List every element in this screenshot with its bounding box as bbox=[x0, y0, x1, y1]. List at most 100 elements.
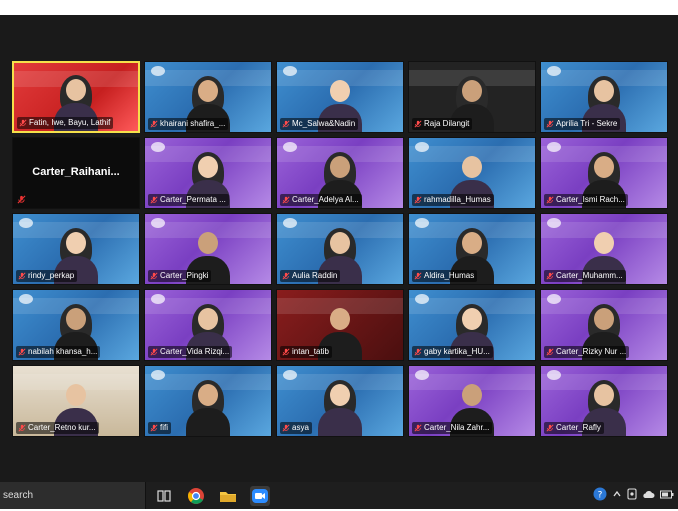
windows-taskbar: search ? bbox=[0, 482, 678, 509]
participant-video-tile[interactable]: Carter_Adelya Al... bbox=[276, 137, 404, 209]
participant-video-tile[interactable]: rindy_perkap bbox=[12, 213, 140, 285]
participant-video-tile[interactable]: Carter_Muhamm... bbox=[540, 213, 668, 285]
event-logo-icon bbox=[151, 66, 165, 76]
participant-name-text: Carter_Ismi Rach... bbox=[556, 195, 625, 204]
participant-name-text: Aprilia Tri - Sekre bbox=[556, 119, 618, 128]
participant-name-text: Aulia Raddin bbox=[292, 271, 338, 280]
participant-video-tile[interactable]: Mc_Salwa&Nadin bbox=[276, 61, 404, 133]
participant-video-tile[interactable]: Carter_Rafly bbox=[540, 365, 668, 437]
muted-mic-icon bbox=[414, 424, 422, 432]
participant-name-text: Carter_Permata ... bbox=[160, 195, 226, 204]
event-logo-icon bbox=[283, 142, 297, 152]
event-logo-icon bbox=[415, 370, 429, 380]
event-logo-icon bbox=[547, 142, 561, 152]
participant-name-text: Carter_Nila Zahr... bbox=[424, 423, 490, 432]
participant-name-text: rahmadilla_Humas bbox=[424, 195, 491, 204]
task-view-icon[interactable] bbox=[154, 486, 174, 506]
participant-video-tile[interactable]: fifi bbox=[144, 365, 272, 437]
participant-video-tile[interactable]: Aulia Raddin bbox=[276, 213, 404, 285]
file-explorer-icon[interactable] bbox=[218, 486, 238, 506]
muted-mic-icon bbox=[150, 424, 158, 432]
event-logo-icon bbox=[415, 142, 429, 152]
participant-video-tile[interactable]: Carter_Raihani... bbox=[12, 137, 140, 209]
participant-name-label: Aulia Raddin bbox=[280, 270, 341, 282]
participant-video-feed bbox=[186, 380, 230, 436]
event-logo-icon bbox=[547, 294, 561, 304]
participant-video-tile[interactable]: asya bbox=[276, 365, 404, 437]
participant-video-tile[interactable]: Carter_Nila Zahr... bbox=[408, 365, 536, 437]
muted-mic-icon bbox=[150, 348, 158, 356]
participant-name-text: asya bbox=[292, 423, 309, 432]
participant-name-text: Carter_Muhamm... bbox=[556, 271, 623, 280]
event-logo-icon bbox=[547, 218, 561, 228]
participant-video-feed bbox=[318, 380, 362, 436]
participant-name-label: Carter_Ismi Rach... bbox=[544, 194, 628, 206]
event-logo-icon bbox=[151, 218, 165, 228]
participant-name-text: intan_tatib bbox=[292, 347, 329, 356]
muted-mic-icon bbox=[282, 348, 290, 356]
event-logo-icon bbox=[547, 370, 561, 380]
participant-name-text: Carter_Retno kur... bbox=[28, 423, 96, 432]
participant-video-tile[interactable]: Carter_Rizky Nur ... bbox=[540, 289, 668, 361]
participant-name-text: fifi bbox=[160, 423, 168, 432]
participant-video-tile[interactable]: intan_tatib bbox=[276, 289, 404, 361]
participant-video-tile[interactable]: Carter_Ismi Rach... bbox=[540, 137, 668, 209]
chrome-icon[interactable] bbox=[186, 486, 206, 506]
participant-name-label: Carter_Pingki bbox=[148, 270, 212, 282]
camera-icon[interactable] bbox=[627, 488, 637, 503]
participant-name-text: Carter_Rizky Nur ... bbox=[556, 347, 627, 356]
participant-name-text: rindy_perkap bbox=[28, 271, 75, 280]
participant-video-tile[interactable]: gaby kartika_HU... bbox=[408, 289, 536, 361]
participant-name-label: Raja Dilangit bbox=[412, 118, 473, 130]
participant-video-tile[interactable]: rahmadilla_Humas bbox=[408, 137, 536, 209]
event-logo-icon bbox=[283, 66, 297, 76]
participant-video-tile[interactable]: Carter_Pingki bbox=[144, 213, 272, 285]
participant-name-text: Aldira_Humas bbox=[424, 271, 475, 280]
cloud-icon[interactable] bbox=[642, 489, 655, 502]
participant-name-text: Raja Dilangit bbox=[424, 119, 470, 128]
event-logo-icon bbox=[283, 370, 297, 380]
event-logo-icon bbox=[283, 218, 297, 228]
participant-name-text: Carter_Adelya Al... bbox=[292, 195, 359, 204]
participant-name-text: Carter_Pingki bbox=[160, 271, 209, 280]
muted-mic-icon bbox=[414, 196, 422, 204]
participant-name-label: fifi bbox=[148, 422, 171, 434]
participant-name-text: Fatin, Iwe, Bayu, Lathif bbox=[29, 118, 111, 127]
participant-name-label: rahmadilla_Humas bbox=[412, 194, 494, 206]
muted-mic-icon bbox=[546, 120, 554, 128]
participant-name-label: Fatin, Iwe, Bayu, Lathif bbox=[17, 117, 114, 129]
help-icon[interactable]: ? bbox=[593, 487, 607, 504]
muted-mic-icon bbox=[150, 120, 158, 128]
participant-name-label: Carter_Nila Zahr... bbox=[412, 422, 493, 434]
participant-name-label: Carter_Permata ... bbox=[148, 194, 229, 206]
system-tray: ? bbox=[593, 482, 674, 509]
muted-mic-icon bbox=[546, 272, 554, 280]
taskbar-search-input[interactable]: search bbox=[0, 482, 146, 509]
participant-name-label: Carter_Rizky Nur ... bbox=[544, 346, 630, 358]
muted-mic-icon bbox=[546, 348, 554, 356]
participant-video-tile[interactable]: Carter_Retno kur... bbox=[12, 365, 140, 437]
event-logo-icon bbox=[415, 218, 429, 228]
participant-name-label: Mc_Salwa&Nadin bbox=[280, 118, 359, 130]
participant-video-tile[interactable]: Aprilia Tri - Sekre bbox=[540, 61, 668, 133]
participant-video-tile[interactable]: Raja Dilangit bbox=[408, 61, 536, 133]
participant-video-tile[interactable]: Carter_Permata ... bbox=[144, 137, 272, 209]
participant-video-tile[interactable]: nabilah khansa_h... bbox=[12, 289, 140, 361]
participant-video-tile[interactable]: Aldira_Humas bbox=[408, 213, 536, 285]
desktop-screen: Fatin, Iwe, Bayu, Lathif khairani shafira… bbox=[0, 0, 678, 509]
participant-video-tile[interactable]: Carter_Vida Rizqi... bbox=[144, 289, 272, 361]
participant-name-label: intan_tatib bbox=[280, 346, 332, 358]
muted-mic-icon bbox=[150, 272, 158, 280]
participant-video-tile[interactable]: Fatin, Iwe, Bayu, Lathif bbox=[12, 61, 140, 133]
zoom-icon[interactable] bbox=[250, 486, 270, 506]
event-logo-icon bbox=[19, 218, 33, 228]
participant-video-tile[interactable]: khairani shafira_... bbox=[144, 61, 272, 133]
muted-mic-icon bbox=[282, 272, 290, 280]
participant-name-label: khairani shafira_... bbox=[148, 118, 229, 130]
chevron-up-icon[interactable] bbox=[612, 489, 622, 502]
muted-mic-icon bbox=[19, 119, 27, 127]
battery-icon[interactable] bbox=[660, 490, 674, 502]
event-logo-icon bbox=[151, 142, 165, 152]
svg-text:?: ? bbox=[598, 491, 603, 501]
event-logo-icon bbox=[547, 66, 561, 76]
